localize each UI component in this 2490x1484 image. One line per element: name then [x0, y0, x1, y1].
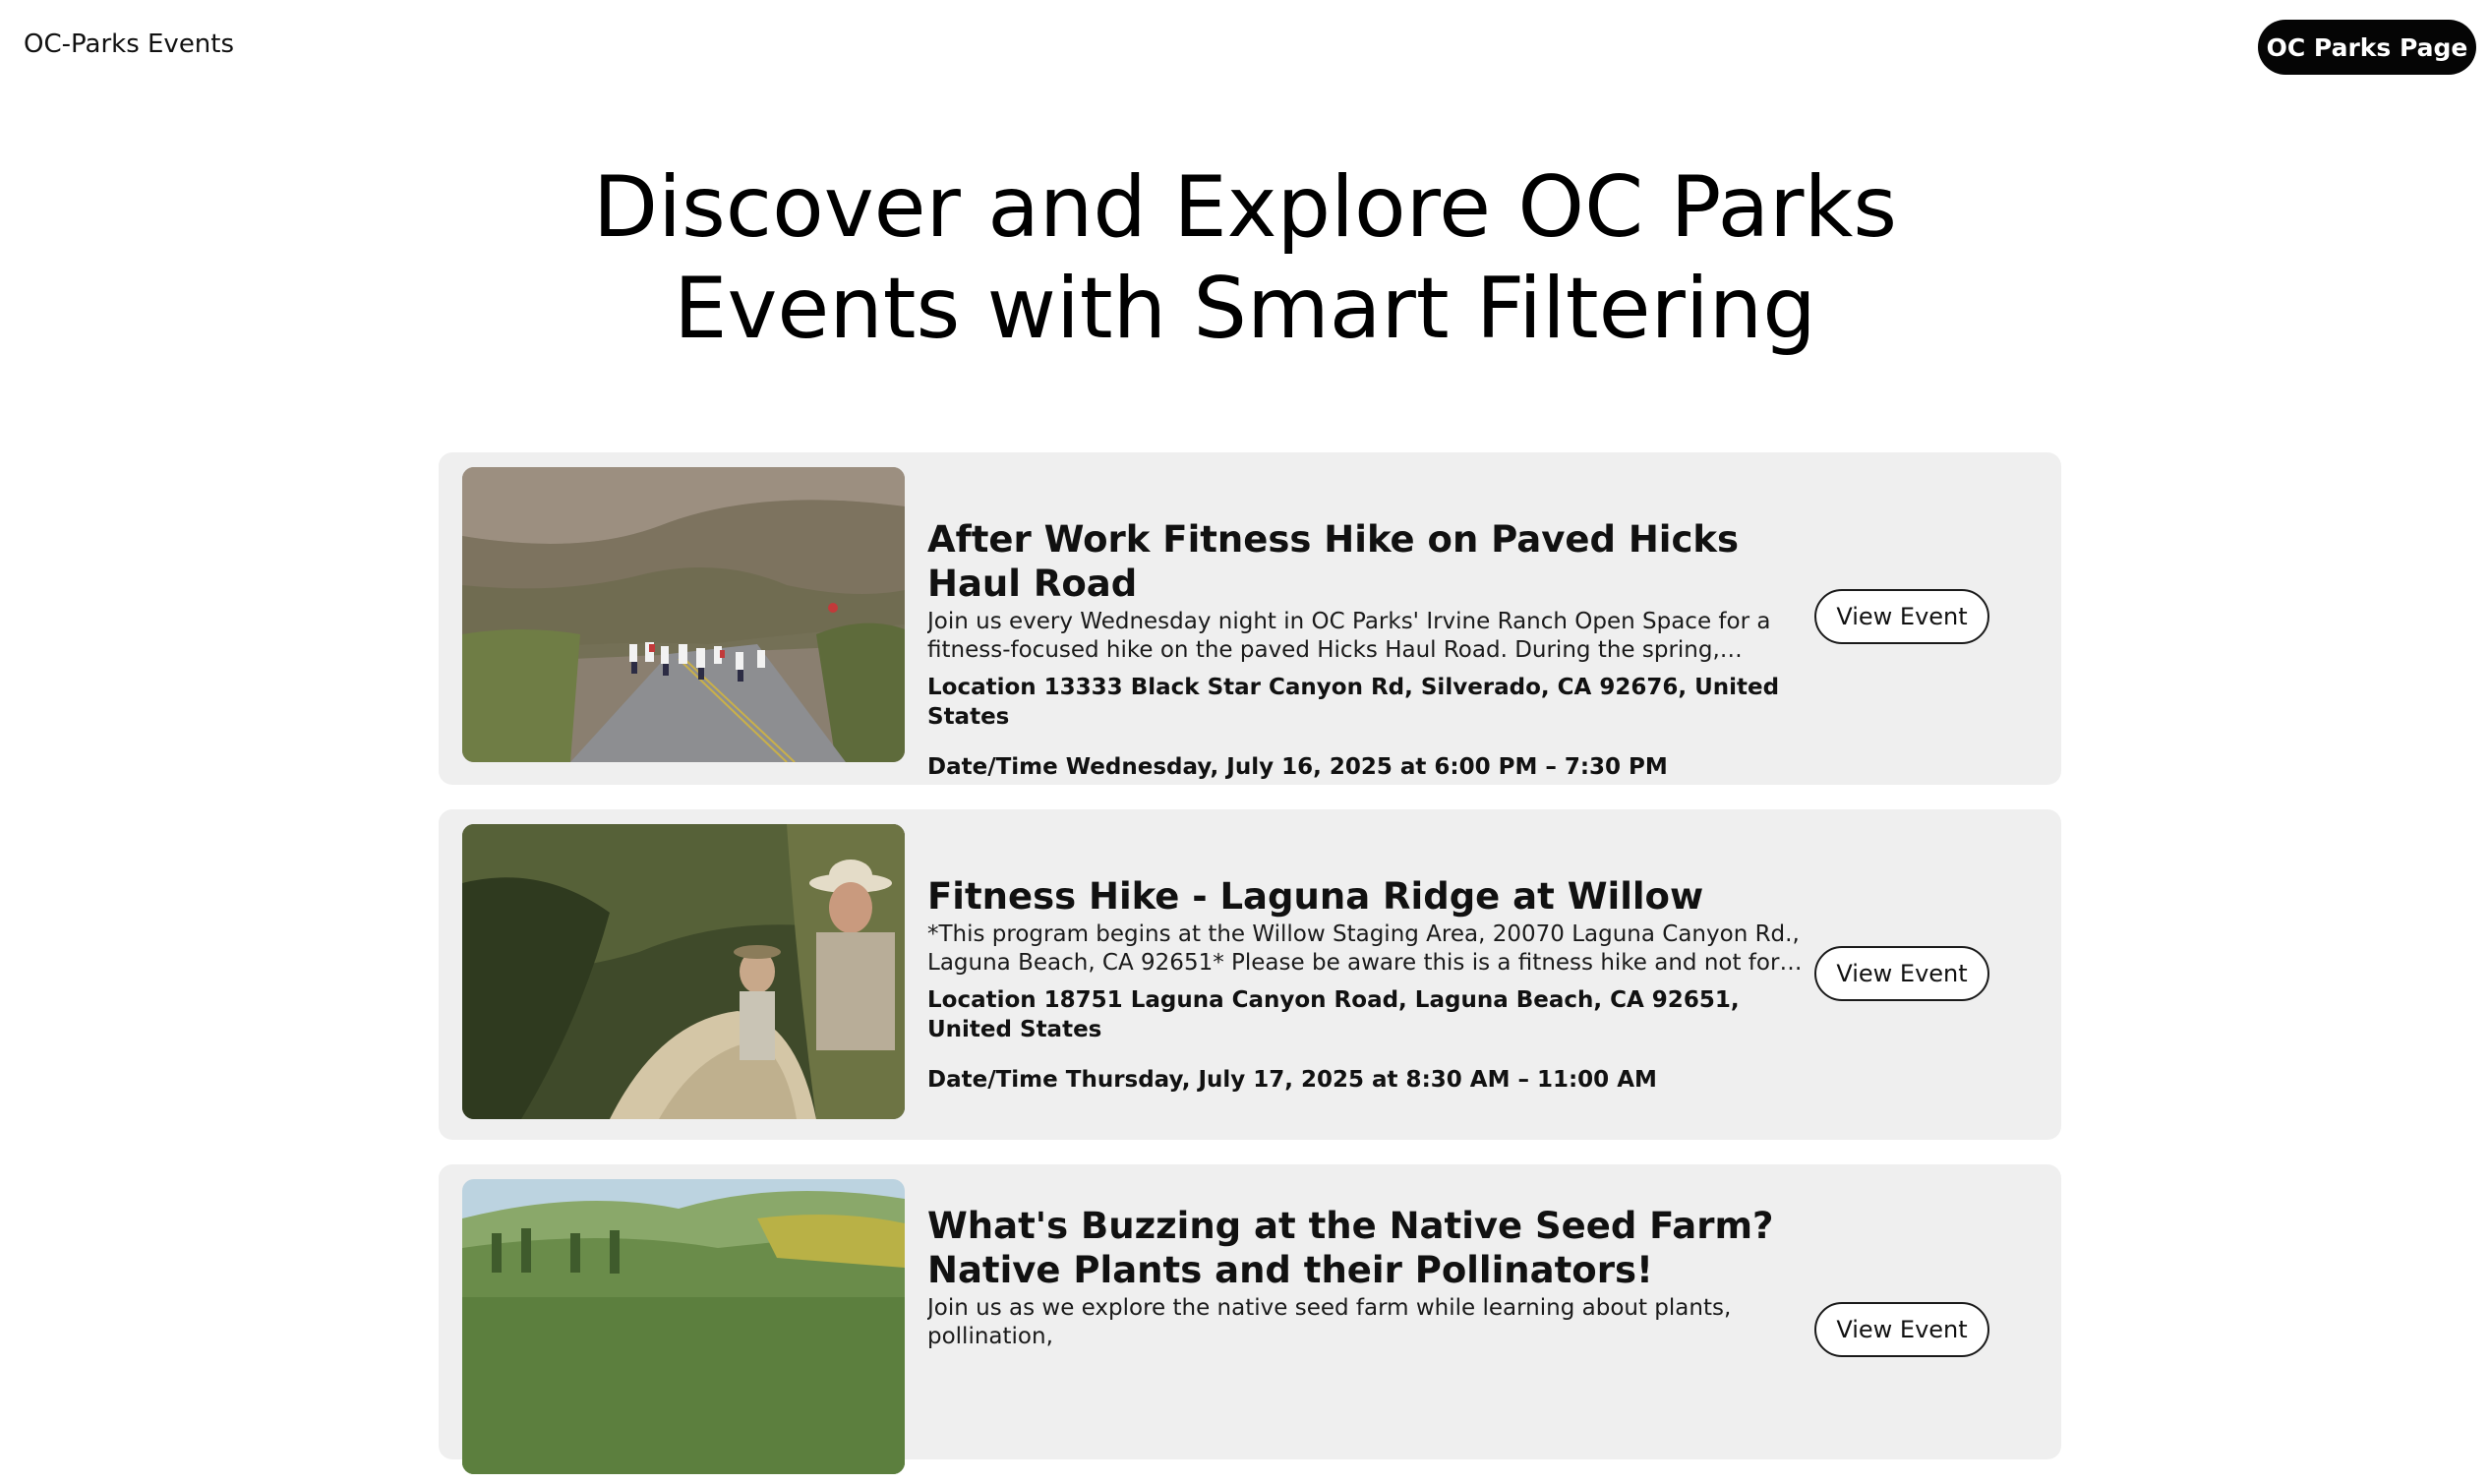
- hero-line-1: Discover and Explore OC Parks: [592, 158, 1898, 257]
- view-event-button[interactable]: View Event: [1814, 1302, 1989, 1357]
- event-title[interactable]: What's Buzzing at the Native Seed Farm? …: [927, 1204, 1812, 1292]
- event-description: *This program begins at the Willow Stagi…: [927, 921, 1800, 976]
- hikers-on-rocky-trail-photo: [462, 824, 905, 1119]
- event-body: After Work Fitness Hike on Paved Hicks H…: [927, 517, 1812, 782]
- view-event-button[interactable]: View Event: [1814, 589, 1989, 644]
- event-location: Location 13333 Black Star Canyon Rd, Sil…: [927, 675, 1780, 730]
- event-body: Fitness Hike - Laguna Ridge at Willow *T…: [927, 874, 1812, 1095]
- event-body: What's Buzzing at the Native Seed Farm? …: [927, 1204, 1812, 1351]
- event-card: Fitness Hike - Laguna Ridge at Willow *T…: [439, 809, 2061, 1140]
- event-image: [462, 824, 905, 1119]
- oc-parks-page-button[interactable]: OC Parks Page: [2258, 20, 2476, 75]
- event-list: After Work Fitness Hike on Paved Hicks H…: [439, 452, 2061, 1484]
- event-card: After Work Fitness Hike on Paved Hicks H…: [439, 452, 2061, 785]
- event-card: What's Buzzing at the Native Seed Farm? …: [439, 1164, 2061, 1474]
- hero-heading: Discover and Explore OC Parks Events wit…: [0, 157, 2490, 360]
- event-image: [462, 467, 905, 762]
- event-datetime: Date/Time Thursday, July 17, 2025 at 8:3…: [927, 1067, 1657, 1093]
- view-event-button[interactable]: View Event: [1814, 946, 1989, 1001]
- event-location: Location 18751 Laguna Canyon Road, Lagun…: [927, 987, 1740, 1042]
- top-bar: OC-Parks Events OC Parks Page: [0, 0, 2490, 94]
- hero-line-2: Events with Smart Filtering: [674, 260, 1816, 358]
- event-description: Join us every Wednesday night in OC Park…: [927, 609, 1771, 663]
- event-image: [462, 1179, 905, 1474]
- event-datetime: Date/Time Wednesday, July 16, 2025 at 6:…: [927, 754, 1668, 780]
- hikers-on-paved-road-photo: [462, 467, 905, 762]
- event-title[interactable]: Fitness Hike - Laguna Ridge at Willow: [927, 874, 1812, 919]
- event-description: Join us as we explore the native seed fa…: [927, 1295, 1732, 1349]
- seed-farm-hills-photo: [462, 1179, 905, 1474]
- event-title[interactable]: After Work Fitness Hike on Paved Hicks H…: [927, 517, 1812, 606]
- brand-title[interactable]: OC-Parks Events: [24, 30, 234, 59]
